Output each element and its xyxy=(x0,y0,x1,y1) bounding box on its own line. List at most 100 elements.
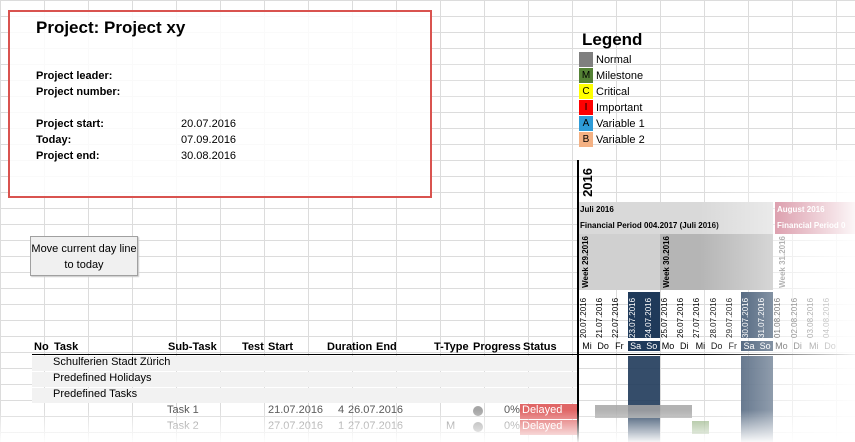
col-progress: Progress xyxy=(473,341,521,353)
date-header: 29.07.2016 xyxy=(724,297,734,338)
day-header: Mi xyxy=(695,341,706,351)
week-label: Week 30.2016 xyxy=(662,236,671,288)
date-header: 03.08.2016 xyxy=(805,297,815,338)
status-badge: Delayed xyxy=(520,404,578,419)
day-header: So xyxy=(643,341,660,351)
legend-swatch xyxy=(579,52,593,67)
task-end: 26.07.2016 xyxy=(348,404,404,416)
month-label: August 2016 xyxy=(777,205,825,214)
section-label: Predefined Tasks xyxy=(53,388,138,400)
legend-swatch: C xyxy=(579,84,593,99)
task-progress: 0% xyxy=(504,404,520,416)
date-header: 25.07.2016 xyxy=(660,297,669,338)
project-end-value[interactable]: 30.08.2016 xyxy=(181,150,236,162)
date-header: 01.08.2016 xyxy=(773,297,783,338)
col-status: Status xyxy=(523,341,557,353)
progress-dot-icon xyxy=(473,422,483,432)
legend-label: Normal xyxy=(596,53,632,66)
task-subtask: Task 1 xyxy=(167,404,199,416)
header-divider xyxy=(32,354,855,355)
day-header: So xyxy=(757,341,774,351)
date-header: 22.07.2016 xyxy=(611,297,621,338)
legend-item: Normal xyxy=(579,52,631,67)
col-subtask: Sub-Task xyxy=(168,341,217,353)
project-start-label: Project start: xyxy=(36,118,104,130)
gantt-year: 2016 xyxy=(580,168,595,197)
date-header: 02.08.2016 xyxy=(789,297,799,338)
date-header: 27.07.2016 xyxy=(692,297,702,338)
date-header: 24.07.2016 xyxy=(643,292,660,338)
task-ttype: M xyxy=(446,420,456,432)
today-label: Today: xyxy=(36,134,72,146)
section-label: Schulferien Stadt Zürich xyxy=(53,356,171,368)
weekend-column xyxy=(757,356,774,442)
move-current-day-button[interactable]: Move current day line to today xyxy=(30,236,138,276)
day-header: Sa xyxy=(741,341,757,351)
col-ttype: T-Type xyxy=(434,341,469,353)
legend-swatch: M xyxy=(579,68,593,83)
section-label: Predefined Holidays xyxy=(53,372,152,384)
week-label: Week 31.2016 xyxy=(778,236,787,288)
date-header: 28.07.2016 xyxy=(708,297,718,338)
day-header: Mo xyxy=(775,341,788,351)
col-task: Task xyxy=(54,341,79,353)
project-start-value[interactable]: 20.07.2016 xyxy=(181,118,236,130)
today-value[interactable]: 07.09.2016 xyxy=(181,134,236,146)
task-duration: 1 xyxy=(338,420,345,432)
legend-label: Critical xyxy=(596,85,630,98)
month-label: Juli 2016 xyxy=(580,205,614,214)
date-header: 30.07.2016 xyxy=(741,292,757,338)
legend-item: A Variable 1 xyxy=(579,116,645,131)
date-header: 31.07.2016 xyxy=(757,292,774,338)
day-header: Do xyxy=(710,341,723,351)
col-end: End xyxy=(376,341,397,353)
project-leader-label: Project leader: xyxy=(36,70,113,82)
legend-swatch: A xyxy=(579,116,593,131)
day-header: Fr xyxy=(728,341,738,351)
task-duration: 4 xyxy=(338,404,345,416)
date-header: 21.07.2016 xyxy=(595,297,605,338)
week-band xyxy=(579,234,660,290)
week-band xyxy=(660,234,773,290)
task-start: 27.07.2016 xyxy=(268,420,324,432)
task-start: 21.07.2016 xyxy=(268,404,324,416)
weekend-column xyxy=(627,356,644,442)
weekend-column xyxy=(741,356,757,442)
col-test: Test xyxy=(242,341,264,353)
task-end: 27.07.2016 xyxy=(348,420,404,432)
date-header: 23.07.2016 xyxy=(627,292,644,338)
project-number-label: Project number: xyxy=(36,86,121,98)
project-info-box: Project: Project xy Project leader: Proj… xyxy=(8,10,432,198)
legend-label: Milestone xyxy=(596,69,644,82)
day-header: Sa xyxy=(627,341,644,351)
date-header: 04.08.2016 xyxy=(822,297,831,338)
task-progress: 0% xyxy=(504,420,520,432)
date-header: 26.07.2016 xyxy=(676,297,686,338)
day-header: Do xyxy=(597,341,609,351)
legend-label: Variable 1 xyxy=(596,117,645,130)
day-header: Mo xyxy=(661,341,675,351)
task-bar xyxy=(595,405,693,418)
legend-swatch: B xyxy=(579,132,593,147)
col-duration: Duration xyxy=(327,341,373,353)
legend-item: M Milestone xyxy=(579,68,643,83)
section-row[interactable]: Predefined Holidays xyxy=(32,372,578,387)
section-row[interactable]: Predefined Tasks xyxy=(32,388,578,403)
progress-dot-icon xyxy=(473,406,483,416)
project-end-label: Project end: xyxy=(36,150,100,162)
legend-label: Variable 2 xyxy=(596,133,645,146)
col-start: Start xyxy=(268,341,294,353)
date-header: 20.07.2016 xyxy=(579,297,588,338)
table-row[interactable]: Task 2 27.07.2016 1 27.07.2016 M 0% Dela… xyxy=(32,420,578,435)
legend-label: Important xyxy=(596,101,643,114)
section-row[interactable]: Schulferien Stadt Zürich xyxy=(32,356,578,371)
weekend-column xyxy=(643,356,660,442)
week-label: Week 29.2016 xyxy=(581,236,590,288)
table-row[interactable]: Task 1 21.07.2016 4 26.07.2016 0% Delaye… xyxy=(32,404,578,419)
project-title: Project: Project xy xyxy=(36,18,186,37)
day-header: Mi xyxy=(582,341,592,351)
legend-swatch: I xyxy=(579,100,593,115)
task-subtask: Task 2 xyxy=(167,420,199,432)
status-badge: Delayed xyxy=(520,420,578,435)
col-no: No xyxy=(34,341,49,353)
